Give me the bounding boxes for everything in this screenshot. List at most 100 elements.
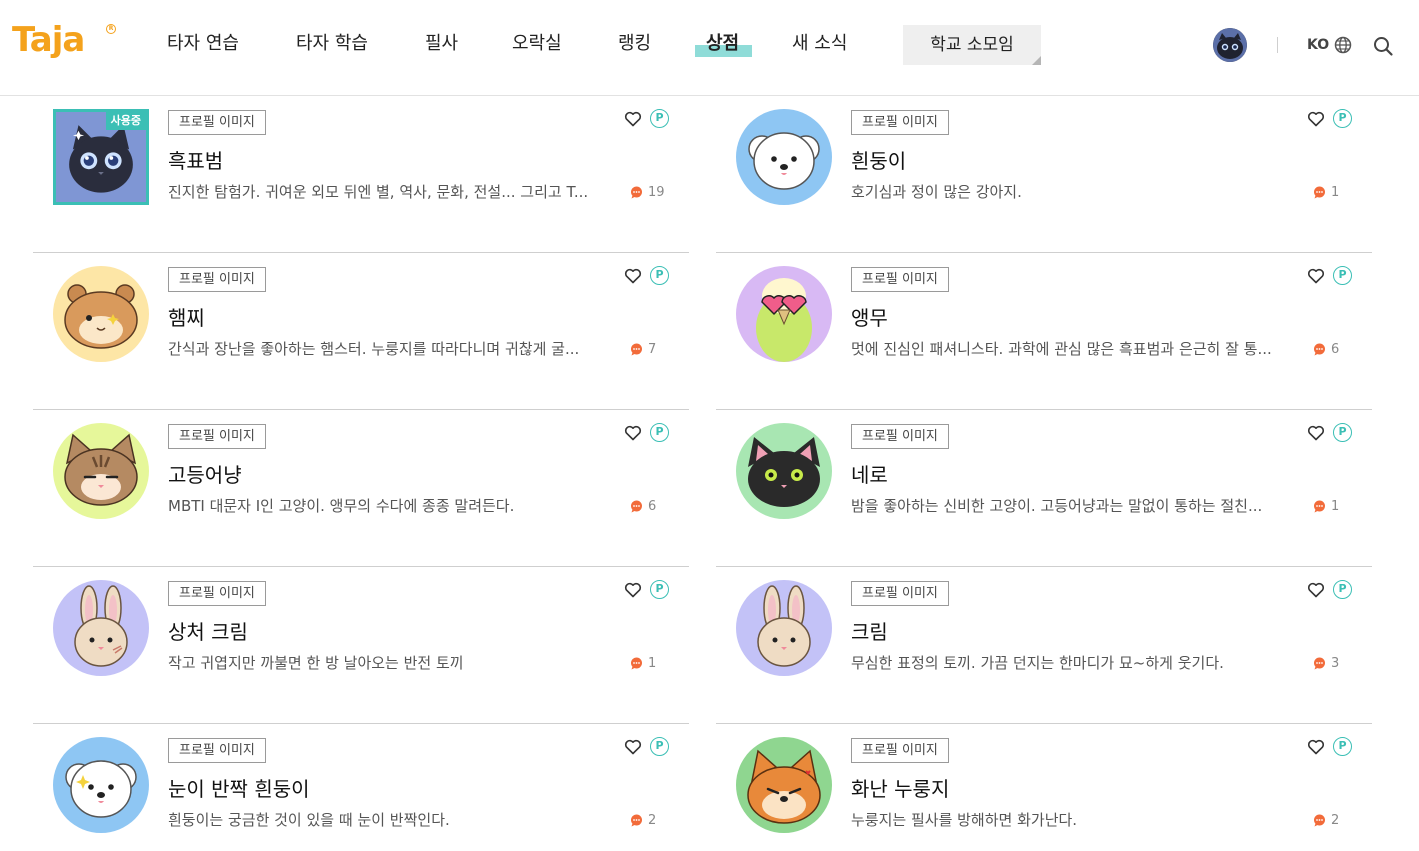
product-title[interactable]: 상처 크림 (168, 618, 248, 646)
product-title[interactable]: 눈이 반짝 흰둥이 (168, 775, 310, 803)
comment-count[interactable]: 1 (1313, 182, 1339, 202)
comment-count[interactable]: 3 (1313, 653, 1339, 673)
product-title[interactable]: 흑표범 (168, 147, 223, 175)
point-price-icon[interactable]: P (650, 423, 669, 442)
comment-count[interactable]: 1 (1313, 496, 1339, 516)
product-avatar-image[interactable] (53, 737, 149, 833)
comment-count[interactable]: 1 (630, 653, 656, 673)
language-selector[interactable]: KO (1307, 35, 1329, 55)
heart-icon[interactable] (624, 424, 642, 442)
product-avatar-image[interactable] (736, 423, 832, 519)
registered-mark-icon: R (106, 24, 116, 34)
comment-bubble-icon (631, 657, 642, 669)
comment-bubble-icon (631, 500, 642, 512)
product-card[interactable]: 프로필 이미지 네로 밤을 좋아하는 신비한 고양이. 고등어냥과는 말없이 통… (716, 410, 1372, 567)
product-avatar-image[interactable] (53, 266, 149, 362)
school-club-button[interactable]: 학교 소모임 (903, 25, 1041, 65)
comment-count-value: 2 (648, 812, 657, 828)
heart-icon[interactable] (1307, 581, 1325, 599)
heart-icon[interactable] (624, 110, 642, 128)
search-icon[interactable] (1372, 35, 1394, 57)
point-price-icon[interactable]: P (1333, 423, 1352, 442)
comment-bubble-icon (1314, 657, 1325, 669)
nav-news[interactable]: 새 소식 (792, 31, 847, 57)
comment-count[interactable]: 6 (1313, 339, 1339, 359)
nav-typing-lessons[interactable]: 타자 학습 (296, 31, 368, 57)
nav-shop[interactable]: 상점 (706, 31, 739, 57)
comment-count-value: 3 (1331, 655, 1340, 671)
product-title[interactable]: 흰둥이 (851, 147, 906, 175)
nav-typing-practice[interactable]: 타자 연습 (167, 31, 239, 57)
product-avatar-image[interactable] (736, 109, 832, 205)
nav-arcade[interactable]: 오락실 (512, 31, 562, 57)
category-tag: 프로필 이미지 (168, 581, 266, 606)
in-use-badge: 사용중 (105, 112, 146, 130)
product-avatar-image[interactable] (53, 580, 149, 676)
category-tag: 프로필 이미지 (168, 424, 266, 449)
product-description: 흰둥이는 궁금한 것이 있을 때 눈이 반짝인다. (168, 811, 450, 829)
product-avatar-image[interactable] (736, 737, 832, 833)
point-price-icon[interactable]: P (650, 737, 669, 756)
product-card[interactable]: 프로필 이미지 흰둥이 호기심과 정이 많은 강아지. P 1 (716, 96, 1372, 253)
product-title[interactable]: 화난 누룽지 (851, 775, 949, 803)
comment-count-value: 2 (1331, 812, 1340, 828)
product-card[interactable]: 사용중 프로필 이미지 흑표범 진지한 탐험가. 귀여운 외모 뒤엔 별, 역사… (33, 96, 689, 253)
comment-count-value: 1 (1331, 498, 1340, 514)
corner-fold-icon (1032, 56, 1041, 65)
top-header: Taja R 타자 연습 타자 학습 필사 오락실 랭킹 상점 새 소식 학교 … (0, 0, 1419, 96)
heart-icon[interactable] (1307, 424, 1325, 442)
heart-icon[interactable] (1307, 738, 1325, 756)
product-card[interactable]: 프로필 이미지 크림 무심한 표정의 토끼. 가끔 던지는 한마디가 묘~하게 … (716, 567, 1372, 724)
product-card[interactable]: 프로필 이미지 눈이 반짝 흰둥이 흰둥이는 궁금한 것이 있을 때 눈이 반짝… (33, 724, 689, 851)
heart-icon[interactable] (624, 738, 642, 756)
user-avatar[interactable] (1213, 28, 1247, 62)
comment-count[interactable]: 2 (1313, 810, 1339, 830)
point-price-icon[interactable]: P (1333, 266, 1352, 285)
product-description: 무심한 표정의 토끼. 가끔 던지는 한마디가 묘~하게 웃기다. (851, 654, 1224, 672)
product-description: 작고 귀엽지만 까불면 한 방 날아오는 반전 토끼 (168, 654, 464, 672)
comment-count[interactable]: 2 (630, 810, 656, 830)
point-price-icon[interactable]: P (1333, 109, 1352, 128)
comment-bubble-icon (1314, 500, 1325, 512)
product-title[interactable]: 네로 (851, 461, 888, 489)
comment-count[interactable]: 6 (630, 496, 656, 516)
category-tag: 프로필 이미지 (851, 110, 949, 135)
product-title[interactable]: 고등어냥 (168, 461, 242, 489)
taja-logo[interactable]: Taja (12, 20, 85, 60)
category-tag: 프로필 이미지 (851, 581, 949, 606)
comment-bubble-icon (1314, 343, 1325, 355)
product-avatar-image[interactable]: 사용중 (53, 109, 149, 205)
product-avatar-image[interactable] (53, 423, 149, 519)
product-card[interactable]: 프로필 이미지 화난 누룽지 누룽지는 필사를 방해하면 화가난다. P 2 (716, 724, 1372, 851)
comment-bubble-icon (1314, 186, 1325, 198)
comment-count[interactable]: 19 (630, 182, 665, 202)
product-title[interactable]: 크림 (851, 618, 888, 646)
category-tag: 프로필 이미지 (851, 424, 949, 449)
product-title[interactable]: 햄찌 (168, 304, 205, 332)
school-club-label: 학교 소모임 (930, 35, 1014, 55)
point-price-icon[interactable]: P (650, 580, 669, 599)
point-price-icon[interactable]: P (650, 266, 669, 285)
point-price-icon[interactable]: P (1333, 580, 1352, 599)
product-avatar-image[interactable] (736, 266, 832, 362)
heart-icon[interactable] (624, 581, 642, 599)
product-avatar-image[interactable] (736, 580, 832, 676)
product-title[interactable]: 앵무 (851, 304, 888, 332)
heart-icon[interactable] (1307, 110, 1325, 128)
nav-ranking[interactable]: 랭킹 (618, 31, 651, 57)
product-card[interactable]: 프로필 이미지 상처 크림 작고 귀엽지만 까불면 한 방 날아오는 반전 토끼… (33, 567, 689, 724)
comment-count-value: 6 (648, 498, 657, 514)
heart-icon[interactable] (1307, 267, 1325, 285)
product-card[interactable]: 프로필 이미지 고등어냥 MBTI 대문자 I인 고양이. 앵무의 수다에 종종… (33, 410, 689, 567)
product-card[interactable]: 프로필 이미지 햄찌 간식과 장난을 좋아하는 햄스터. 누룽지를 따라다니며 … (33, 253, 689, 410)
product-description: 멋에 진심인 패셔니스타. 과학에 관심 많은 흑표범과 은근히 잘 통... (851, 340, 1272, 358)
heart-icon[interactable] (624, 267, 642, 285)
comment-count[interactable]: 7 (630, 339, 656, 359)
point-price-icon[interactable]: P (650, 109, 669, 128)
product-card[interactable]: 프로필 이미지 앵무 멋에 진심인 패셔니스타. 과학에 관심 많은 흑표범과 … (716, 253, 1372, 410)
category-tag: 프로필 이미지 (851, 267, 949, 292)
globe-icon[interactable] (1334, 36, 1352, 54)
nav-transcription[interactable]: 필사 (425, 31, 458, 57)
point-price-icon[interactable]: P (1333, 737, 1352, 756)
product-description: 진지한 탐험가. 귀여운 외모 뒤엔 별, 역사, 문화, 전설... 그리고 … (168, 183, 589, 201)
